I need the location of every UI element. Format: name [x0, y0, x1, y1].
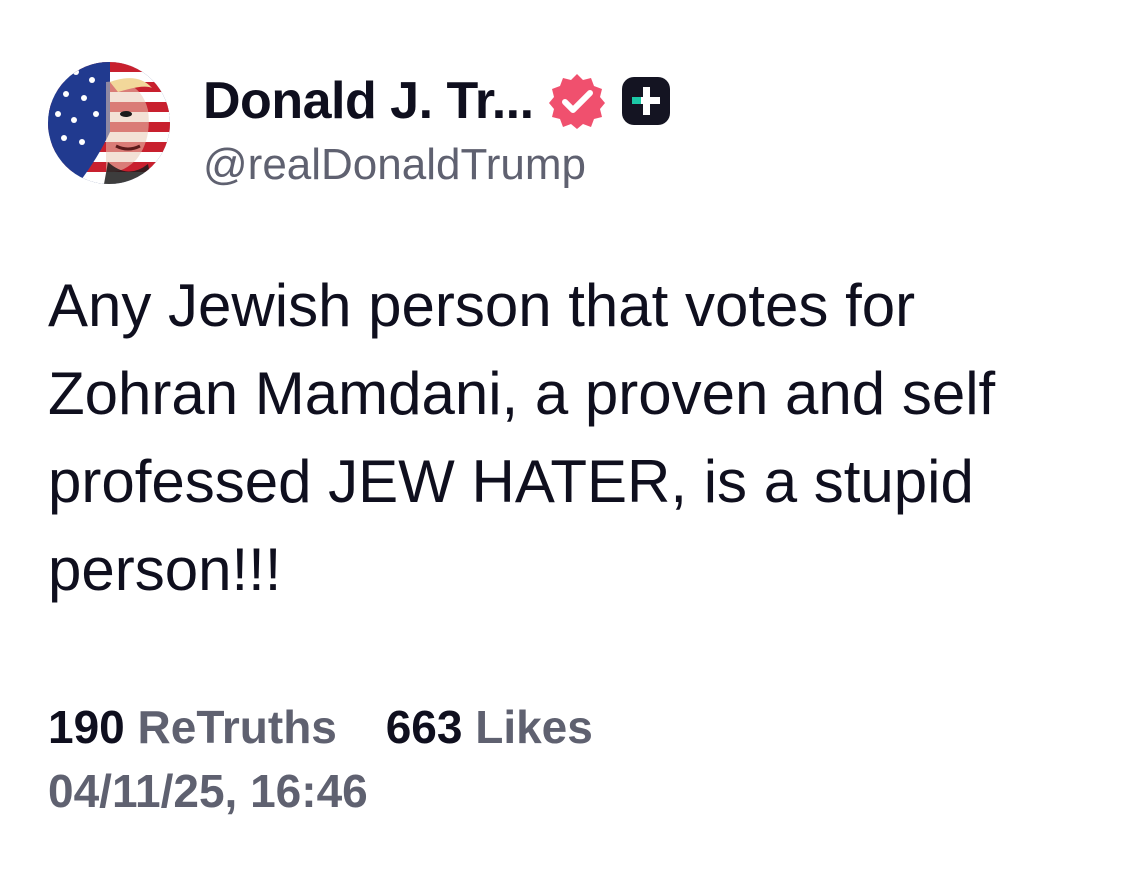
post-card: Donald J. Tr... @realDonaldTrump Any Jew… [0, 0, 1125, 872]
post-body-text: Any Jewish person that votes for Zohran … [48, 272, 996, 603]
retruths-label: ReTruths [137, 701, 337, 753]
verified-check-badge-icon [548, 72, 606, 130]
avatar[interactable] [48, 62, 170, 184]
flag-portrait-avatar-image [48, 62, 170, 184]
post-timestamp: 04/11/25, 16:46 [48, 765, 368, 817]
truth-plus-badge-icon [620, 75, 672, 127]
author-display-name[interactable]: Donald J. Tr... [203, 71, 534, 131]
retruths-stat[interactable]: 190 ReTruths [48, 700, 337, 754]
post-stats: 190 ReTruths 663 Likes [48, 700, 629, 754]
likes-count: 663 [385, 701, 463, 753]
likes-label: Likes [475, 701, 593, 753]
author-handle[interactable]: @realDonaldTrump [203, 140, 586, 190]
retruths-count: 190 [48, 701, 125, 753]
likes-stat[interactable]: 663 Likes [386, 700, 593, 754]
author-name-row: Donald J. Tr... [203, 66, 672, 136]
